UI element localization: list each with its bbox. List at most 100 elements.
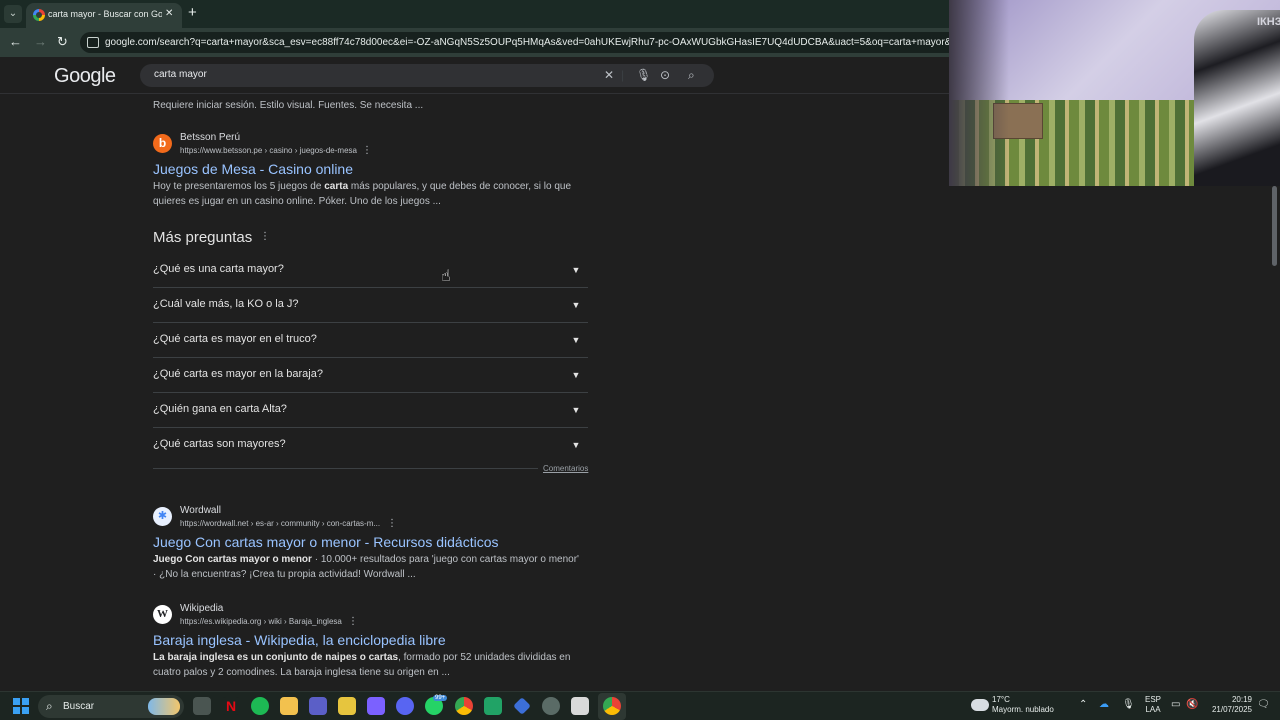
site-info-icon[interactable] bbox=[87, 37, 99, 48]
excel-icon[interactable] bbox=[484, 697, 502, 715]
taskbar-search-label: Buscar bbox=[63, 701, 95, 712]
divider bbox=[153, 468, 538, 469]
paa-question[interactable]: ¿Qué carta es mayor en la baraja? ▼ bbox=[153, 358, 588, 393]
scrollbar-thumb[interactable] bbox=[1272, 186, 1277, 266]
microphone-icon[interactable]: 🎙 bbox=[1122, 699, 1135, 710]
spotify-icon[interactable] bbox=[251, 697, 269, 715]
page-scrollbar[interactable] bbox=[1271, 186, 1278, 686]
weather-description[interactable]: Mayorm. nublado bbox=[992, 705, 1054, 714]
result-snippet: Requiere iniciar sesión. Estilo visual. … bbox=[153, 100, 424, 111]
taskbar-search[interactable]: ⌕ Buscar bbox=[38, 695, 184, 718]
back-icon[interactable]: ← bbox=[9, 34, 22, 49]
new-tab-button[interactable]: + bbox=[188, 4, 197, 21]
address-url[interactable]: google.com/search?q=carta+mayor&sca_esv=… bbox=[105, 37, 955, 48]
weather-temperature[interactable]: 17°C bbox=[992, 695, 1010, 704]
language-code: ESP bbox=[1145, 695, 1162, 704]
search-box[interactable]: carta mayor ✕ | 🎙 ⊙ ⌕ bbox=[140, 64, 714, 87]
chevron-down-icon[interactable]: ▼ bbox=[564, 258, 588, 282]
reload-icon[interactable]: ↻ bbox=[57, 34, 68, 50]
result-title-link[interactable]: Baraja inglesa - Wikipedia, la enciclope… bbox=[153, 632, 446, 648]
snippet-text: Hoy te presentaremos los 5 juegos de bbox=[153, 181, 325, 192]
app-icon[interactable] bbox=[571, 697, 589, 715]
more-options-icon[interactable]: ⋮ bbox=[348, 616, 358, 627]
result-url[interactable]: https://es.wikipedia.org › wiki › Baraja… bbox=[180, 617, 342, 626]
onedrive-icon[interactable]: ☁ bbox=[1099, 699, 1109, 710]
tab-title: carta mayor - Buscar con Google bbox=[48, 9, 162, 19]
browser-tab[interactable]: carta mayor - Buscar con Google ✕ bbox=[26, 3, 182, 28]
logo-letter: G bbox=[54, 65, 70, 87]
result-site-name[interactable]: Betsson Perú bbox=[180, 132, 240, 143]
paa-question[interactable]: ¿Quién gana en carta Alta? ▼ bbox=[153, 393, 588, 428]
paa-question[interactable]: ¿Qué cartas son mayores? ▼ bbox=[153, 428, 588, 463]
webcam-chair-logo: ІКНЗ bbox=[1257, 16, 1280, 28]
weather-cloud-icon[interactable] bbox=[971, 696, 989, 711]
chevron-down-icon[interactable]: ▼ bbox=[564, 293, 588, 317]
clock-time: 20:19 bbox=[1231, 695, 1252, 704]
chevron-down-icon[interactable]: ▼ bbox=[564, 363, 588, 387]
tray-chevron-up-icon[interactable]: ⌃ bbox=[1079, 699, 1087, 710]
logo-letter: e bbox=[104, 65, 116, 87]
google-logo[interactable]: Google bbox=[54, 65, 116, 88]
search-query[interactable]: carta mayor bbox=[154, 69, 207, 80]
discord-icon[interactable] bbox=[396, 697, 414, 715]
paa-question[interactable]: ¿Qué carta es mayor en el truco? ▼ bbox=[153, 323, 588, 358]
microphone-icon[interactable]: 🎙 bbox=[636, 68, 651, 82]
file-explorer-icon[interactable] bbox=[280, 697, 298, 715]
logo-letter: o bbox=[69, 65, 80, 87]
paa-heading: Más preguntas bbox=[153, 229, 253, 246]
volume-muted-icon[interactable]: 🔇 bbox=[1186, 699, 1198, 710]
result-site-name[interactable]: Wordwall bbox=[180, 505, 221, 516]
paa-question-text[interactable]: ¿Quién gana en carta Alta? bbox=[153, 403, 287, 415]
wikipedia-favicon-icon: W bbox=[153, 605, 172, 624]
language-indicator[interactable]: ESP LAA bbox=[1145, 695, 1161, 715]
app-icon[interactable] bbox=[309, 697, 327, 715]
chevron-down-icon[interactable]: ▼ bbox=[564, 328, 588, 352]
paa-question-text[interactable]: ¿Qué carta es mayor en la baraja? bbox=[153, 368, 323, 380]
app-icon[interactable] bbox=[542, 697, 560, 715]
betsson-favicon-icon: b bbox=[153, 134, 172, 153]
result-title-link[interactable]: Juegos de Mesa - Casino online bbox=[153, 161, 353, 177]
tab-close-button[interactable]: ✕ bbox=[165, 8, 173, 19]
notifications-icon[interactable]: 🗨 bbox=[1257, 699, 1270, 710]
clear-icon[interactable]: ✕ bbox=[604, 68, 614, 82]
app-icon[interactable] bbox=[367, 697, 385, 715]
feedback-link[interactable]: Comentarios bbox=[543, 464, 588, 473]
paa-question-text[interactable]: ¿Qué carta es mayor en el truco? bbox=[153, 333, 317, 345]
task-view-icon[interactable] bbox=[193, 697, 211, 715]
result-site-name[interactable]: Wikipedia bbox=[180, 603, 223, 614]
chevron-down-icon[interactable]: ▼ bbox=[564, 433, 588, 457]
result-url[interactable]: https://wordwall.net › es-ar › community… bbox=[180, 519, 380, 528]
more-options-icon[interactable]: ⋮ bbox=[362, 145, 372, 156]
chrome-icon[interactable] bbox=[455, 697, 473, 715]
network-icon[interactable]: ▭ bbox=[1171, 699, 1180, 710]
result-url[interactable]: https://www.betsson.pe › casino › juegos… bbox=[180, 146, 357, 155]
netflix-icon[interactable]: N bbox=[222, 697, 240, 715]
result-title-link[interactable]: Juego Con cartas mayor o menor - Recurso… bbox=[153, 534, 498, 550]
paa-question-text[interactable]: ¿Qué es una carta mayor? bbox=[153, 263, 284, 275]
search-icon[interactable]: ⌕ bbox=[688, 68, 695, 83]
wordwall-favicon-icon: ✱ bbox=[153, 507, 172, 526]
paa-question[interactable]: ¿Qué es una carta mayor? ▼ bbox=[153, 253, 588, 288]
forward-icon[interactable]: → bbox=[34, 34, 47, 49]
paa-more-options-icon[interactable]: ⋮ bbox=[260, 231, 270, 242]
sticky-notes-icon[interactable] bbox=[338, 697, 356, 715]
more-options-icon[interactable]: ⋮ bbox=[387, 518, 397, 529]
paa-question-text[interactable]: ¿Cuál vale más, la KO o la J? bbox=[153, 298, 299, 310]
windows-start-icon[interactable] bbox=[13, 698, 29, 714]
result-snippet: Hoy te presentaremos los 5 juegos de car… bbox=[153, 179, 583, 209]
webcam-shadow bbox=[949, 0, 1009, 186]
chevron-down-icon[interactable]: ▼ bbox=[564, 398, 588, 422]
search-icon: ⌕ bbox=[46, 699, 53, 713]
tab-search-button[interactable]: ⌄ bbox=[4, 5, 22, 23]
address-bar[interactable]: google.com/search?q=carta+mayor&sca_esv=… bbox=[80, 32, 960, 53]
paa-question[interactable]: ¿Cuál vale más, la KO o la J? ▼ bbox=[153, 288, 588, 323]
lens-icon[interactable]: ⊙ bbox=[660, 68, 670, 82]
webcam-overlay: ІКНЗ bbox=[949, 0, 1280, 186]
system-clock[interactable]: 20:19 21/07/2025 bbox=[1207, 695, 1252, 715]
hand-cursor-icon: ☝ bbox=[441, 268, 451, 285]
chrome-active-icon[interactable] bbox=[603, 697, 621, 715]
logo-letter: o bbox=[79, 65, 91, 87]
paa-question-text[interactable]: ¿Qué cartas son mayores? bbox=[153, 438, 286, 450]
app-icon[interactable] bbox=[513, 697, 531, 715]
snippet-bold: La baraja inglesa es un conjunto de naip… bbox=[153, 652, 399, 663]
